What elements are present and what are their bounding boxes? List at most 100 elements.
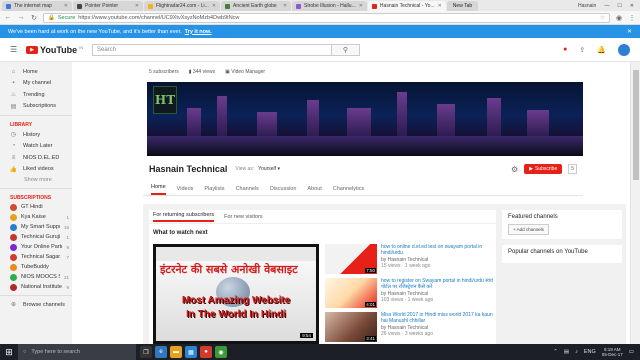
language-indicator[interactable]: ENG [584,349,596,355]
video-thumbnail[interactable]: 3:41 [325,312,377,342]
chrome-icon[interactable]: ◉ [215,346,227,358]
sidebar-item-trending[interactable]: ♨ Trending [0,89,72,101]
channel-avatar[interactable]: HT [153,86,177,114]
notice-close-icon[interactable]: ✕ [627,28,632,35]
subscription-item[interactable]: Technical Sagar 7 [0,252,72,262]
tab-playlists[interactable]: Playlists [204,186,224,195]
tab-returning-subscribers[interactable]: For returning subscribers [153,212,215,222]
creator-icon[interactable]: ● [563,46,567,53]
sidebar-item-liked-videos[interactable]: 👍 Liked videos [0,164,72,176]
guide-menu-icon[interactable]: ☰ [10,45,20,54]
sidebar-item-label: History [23,131,41,138]
app-icon[interactable]: ● [200,346,212,358]
video-thumbnail[interactable]: 7:50 [325,244,377,274]
extension-icon[interactable]: ◉ [615,14,623,22]
upload-icon[interactable]: ⇪ [579,46,585,54]
minimize-icon[interactable]: — [604,3,609,9]
browser-tab[interactable]: Strobe Illusion - Hallu... ✕ [292,1,367,11]
subscription-item[interactable]: My Smart Support16 [0,222,72,232]
subscription-item[interactable]: TubeBuddy [0,262,72,272]
tab-channels[interactable]: Channels [236,186,259,195]
try-now-link[interactable]: Try it now. [185,29,212,35]
add-channels-button[interactable]: + Add channels [508,224,549,235]
sidebar-item-home[interactable]: ⌂ Home [0,66,72,78]
sidebar-item-my-channel[interactable]: ▪ My channel [0,78,72,90]
network-icon[interactable]: ▤ [564,349,569,355]
window-user-label[interactable]: Hasnain [578,3,596,9]
tab-about[interactable]: About [307,186,321,195]
back-icon[interactable]: ← [4,14,12,21]
store-icon[interactable]: ▦ [185,346,197,358]
sidebar-item-nios-d-el-ed[interactable]: ≡ NIOS D.EL.ED [0,152,72,164]
notifications-icon[interactable]: 🔔 [597,46,606,54]
tab-close-icon[interactable]: ✕ [135,3,139,9]
tab-home[interactable]: Home [151,184,166,195]
browse-channels-link[interactable]: ⊕ Browse channels [0,299,72,311]
browser-tab[interactable]: Flightradar24.com - Li... ✕ [144,1,221,11]
subscription-item[interactable]: GT Hindi [0,202,72,212]
search-button[interactable]: ⚲ [332,43,360,56]
video-title[interactable]: how to online d.el.ed test on swayam por… [381,244,495,257]
tab-channelytics[interactable]: Channelytics [333,186,365,195]
sidebar-item-history[interactable]: ◷ History [0,129,72,141]
subscription-item[interactable]: National Institute... 9 [0,282,72,292]
edge-icon[interactable]: e [155,346,167,358]
search-input[interactable]: Search [92,43,332,56]
windows-taskbar: ⊞ ○ Type here to search ❐ e ▬ ▦ ● ◉ ⌃ ▤ … [0,344,640,360]
scrollbar-thumb[interactable] [633,70,639,180]
show-more-link[interactable]: Show more [0,175,72,185]
maximize-icon[interactable]: ☐ [617,3,621,9]
file-explorer-icon[interactable]: ▬ [170,346,182,358]
url-text[interactable]: https://www.youtube.com/channel/UC9XtvXs… [78,15,239,21]
task-view-icon[interactable]: ❐ [140,346,152,358]
tab-new-visitors[interactable]: For new visitors [224,214,263,220]
views-stat: ▮ 344 views [189,69,215,75]
clock[interactable]: 9:19 AM 05-Dec-17 [602,347,623,358]
forward-icon[interactable]: → [17,14,25,21]
tray-up-icon[interactable]: ⌃ [553,349,558,355]
tab-close-icon[interactable]: ✕ [359,3,363,9]
video-list-item[interactable]: 4:01 how to register on Swayam portal in … [325,278,495,311]
taskbar-search-input[interactable]: ○ Type here to search [18,344,136,360]
sidebar-item-subscriptions[interactable]: ▤ Subscriptions [0,101,72,113]
tab-close-icon[interactable]: ✕ [283,3,287,9]
new-tab[interactable]: New Tab [446,1,479,11]
windows-start-icon[interactable]: ⊞ [0,344,18,360]
subscription-item[interactable]: Your Online Partn... 9 [0,242,72,252]
channel-title[interactable]: Hasnain Technical [149,164,227,174]
subscription-item[interactable]: NIOS MOOCS Sr...21 [0,272,72,282]
reload-icon[interactable]: ↻ [30,14,38,22]
browser-tab[interactable]: Pointer Pointer ✕ [73,1,143,11]
bookmark-star-icon[interactable]: ☆ [600,15,605,21]
browser-tab[interactable]: Ancient Earth globe ✕ [221,1,292,11]
views-stat-text: 344 views [192,69,216,75]
page-scrollbar[interactable] [630,62,640,344]
video-title[interactable]: how to register on Swayam portal in hind… [381,278,495,291]
volume-icon[interactable]: ♪ [575,349,578,355]
subscribe-button[interactable]: ▶ Subscribe [524,164,563,174]
video-list-item[interactable]: 7:50 how to online d.el.ed test on swayam… [325,244,495,277]
video-thumbnail[interactable]: 4:01 [325,278,377,308]
subscription-item[interactable]: Kya Kaise 1 [0,212,72,222]
view-as-dropdown[interactable]: Yourself ▾ [258,166,280,172]
featured-video[interactable]: इंटरनेट की सबसे अनोखी वेबसाइट Most Amazi… [153,244,319,344]
tab-videos[interactable]: Videos [177,186,194,195]
youtube-logo[interactable]: ▶ YouTube IN [26,45,86,55]
action-center-icon[interactable]: ▭ [629,349,634,355]
subscription-item[interactable]: Technical Guruji 1 [0,232,72,242]
close-window-icon[interactable]: ✕ [630,3,634,9]
browser-tab[interactable]: Hasnain Technical - Yo... ✕ [367,1,446,11]
tab-close-icon[interactable]: ✕ [212,3,216,9]
account-avatar[interactable] [618,43,630,56]
tab-close-icon[interactable]: ✕ [438,3,442,9]
video-manager-link[interactable]: ▣ Video Manager [225,69,265,75]
video-title[interactable]: Miss World 2017 in Hindi miss world 2017… [381,312,495,325]
menu-dots-icon[interactable]: ⋮ [628,14,636,22]
gear-icon[interactable]: ⚙ [511,165,518,174]
tab-close-icon[interactable]: ✕ [64,3,68,9]
video-list-item[interactable]: 3:41 Miss World 2017 in Hindi miss world … [325,312,495,345]
url-input[interactable]: 🔒 Secure https://www.youtube.com/channel… [43,12,610,23]
browser-tab[interactable]: The internet map ✕ [2,1,72,11]
sidebar-item-watch-later[interactable]: ◔ Watch Later [0,141,72,153]
tab-discussion[interactable]: Discussion [270,186,297,195]
